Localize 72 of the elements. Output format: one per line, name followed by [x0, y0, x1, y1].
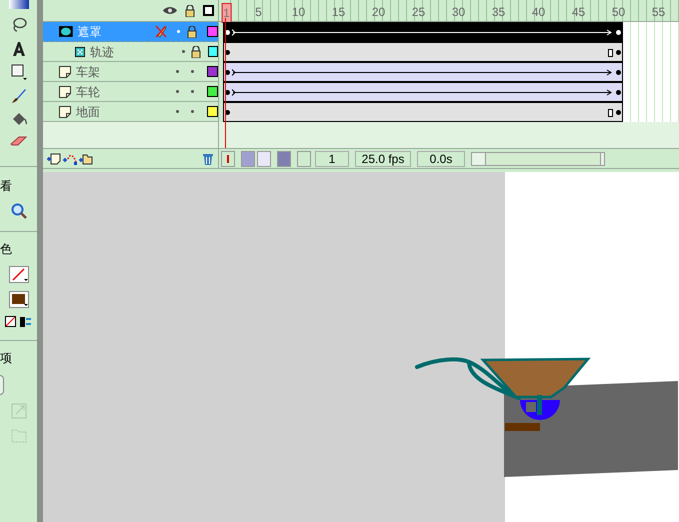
- gradient-icon[interactable]: [8, 0, 29, 9]
- current-frame-field[interactable]: 1: [315, 150, 349, 166]
- frame-number: 25: [412, 4, 426, 21]
- frame-number: 45: [572, 4, 586, 21]
- eraser-icon[interactable]: [10, 136, 28, 148]
- layer-name: 车架: [76, 64, 101, 80]
- frame-number: 50: [612, 4, 626, 21]
- horizontal-scrollbar[interactable]: [471, 152, 605, 166]
- tween-span[interactable]: [223, 42, 623, 62]
- trash-icon[interactable]: [202, 152, 214, 164]
- layer-name: 车轮: [76, 84, 101, 100]
- outline-color-swatch[interactable]: [207, 66, 218, 77]
- swap-colors-icon[interactable]: [4, 316, 33, 328]
- outline-color-swatch[interactable]: [207, 26, 218, 37]
- frame-number: 15: [332, 4, 346, 21]
- snap-icon: [10, 403, 27, 419]
- tween-span[interactable]: [223, 82, 623, 102]
- add-folder-icon[interactable]: [79, 152, 93, 164]
- layer-name: 地面: [76, 104, 101, 120]
- mask-layer-icon: [59, 26, 73, 37]
- lock-icon[interactable]: [190, 46, 201, 58]
- onion-markers-button[interactable]: [297, 150, 311, 166]
- layer-icon: [59, 86, 71, 98]
- layer-name: 遮罩: [78, 24, 103, 40]
- add-layer-icon[interactable]: [47, 152, 61, 164]
- frame-number: 5: [255, 4, 262, 21]
- lock-icon[interactable]: [187, 26, 198, 38]
- option-button[interactable]: [0, 375, 4, 395]
- elapsed-time-field[interactable]: 0.0s: [417, 150, 465, 166]
- edit-frames-button[interactable]: [277, 150, 291, 166]
- layer-icon: [59, 66, 71, 78]
- frame-number: 20: [372, 4, 386, 21]
- frame-number: 10: [292, 4, 306, 21]
- section-label: 色: [0, 241, 12, 258]
- frame-rate-field[interactable]: 25.0 fps: [355, 150, 411, 166]
- frame-number: 1: [221, 3, 232, 23]
- masked-layer-icon: [75, 46, 86, 58]
- eye-icon[interactable]: [163, 6, 177, 15]
- frame-number: 40: [532, 4, 546, 21]
- axle: [537, 395, 542, 415]
- brush-icon[interactable]: [10, 88, 27, 104]
- tween-arrow-icon: [232, 68, 614, 77]
- plank: [505, 423, 540, 431]
- outline-color-swatch[interactable]: [208, 46, 218, 57]
- tween-span[interactable]: [223, 62, 623, 82]
- tween-span[interactable]: [223, 22, 623, 42]
- outline-color-swatch[interactable]: [207, 86, 218, 97]
- fill-color-swatch[interactable]: [8, 291, 29, 308]
- folder-disabled-icon: [10, 427, 27, 443]
- rectangle-tool-icon[interactable]: [10, 64, 27, 80]
- paint-bucket-icon[interactable]: [10, 112, 27, 128]
- lock-icon[interactable]: [185, 4, 195, 16]
- center-frame-button[interactable]: [221, 150, 235, 166]
- lasso-icon[interactable]: [10, 17, 27, 33]
- section-label: 项: [0, 350, 12, 367]
- outline-icon[interactable]: [203, 5, 214, 16]
- frame-number: 35: [492, 4, 506, 21]
- layer-icon: [59, 106, 71, 118]
- frame-number: 30: [452, 4, 466, 21]
- zoom-icon[interactable]: [10, 203, 27, 219]
- section-label: 看: [0, 178, 12, 195]
- tween-arrow-icon: [232, 88, 614, 97]
- stroke-color-swatch[interactable]: [8, 266, 29, 283]
- text-tool-icon[interactable]: [12, 41, 26, 56]
- frame-number: 55: [652, 4, 666, 21]
- end-frame-marker: [608, 109, 613, 117]
- end-frame-marker: [608, 49, 613, 57]
- layer-name: 轨迹: [90, 44, 116, 60]
- tween-arrow-icon: [232, 28, 614, 37]
- add-guide-icon[interactable]: [63, 152, 77, 164]
- outline-color-swatch[interactable]: [207, 106, 218, 117]
- tween-span[interactable]: [223, 102, 623, 122]
